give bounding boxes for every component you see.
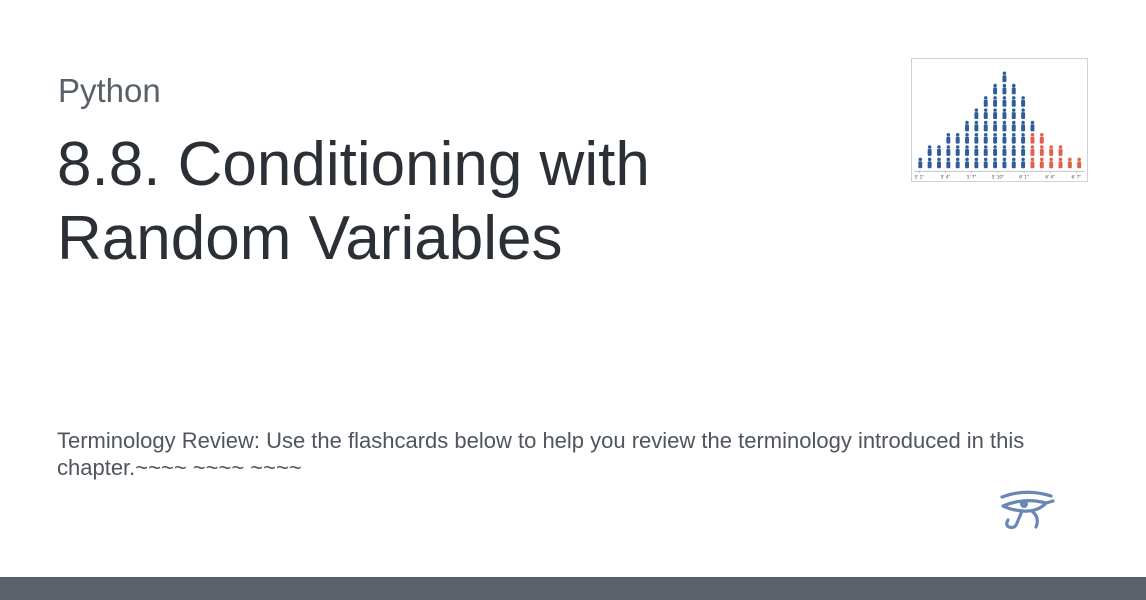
footer-bar [0, 577, 1146, 600]
person-figure [974, 145, 979, 156]
person-figure [993, 83, 998, 95]
thumbnail-image: 5' 1" 5' 4" 5' 7" 5' 10" 6' 1" 6' 4" 6' 7" [911, 58, 1088, 182]
person-figure [1021, 96, 1026, 107]
person-figure [1021, 145, 1026, 156]
person-figure [983, 145, 988, 156]
person-figure [983, 108, 988, 120]
person-figure [974, 108, 979, 120]
person-figure [965, 145, 969, 156]
person-figure [993, 120, 998, 132]
person-figure [955, 132, 960, 144]
person-figure [946, 145, 951, 156]
person-figure [1021, 157, 1026, 169]
person-figure [955, 157, 960, 169]
person-figure [1002, 157, 1007, 169]
tick-label: 5' 1" [915, 175, 925, 180]
person-figure [1039, 145, 1044, 156]
person-figure [1002, 96, 1007, 107]
person-figure [965, 132, 969, 144]
person-figure [918, 157, 923, 169]
person-figure [1030, 145, 1035, 156]
person-figure [946, 132, 951, 144]
tick-label: 5' 4" [941, 175, 951, 180]
person-figure [1067, 157, 1072, 169]
person-figure [974, 120, 979, 132]
person-figure [1021, 132, 1026, 144]
person-figure [1002, 71, 1007, 83]
site-name: Python [58, 72, 161, 109]
tick-label: 6' 4" [1045, 175, 1055, 180]
person-figure [1002, 108, 1007, 120]
person-figure [983, 120, 988, 132]
person-figure [1030, 120, 1035, 132]
person-figure [1021, 108, 1026, 120]
tick-label: 5' 10" [992, 175, 1004, 180]
page-description: Terminology Review: Use the flashcards b… [57, 428, 1025, 480]
person-figure [927, 157, 932, 169]
person-figure [983, 132, 988, 144]
person-figure [1077, 157, 1082, 169]
person-figure [1011, 96, 1016, 107]
person-figure [955, 145, 960, 156]
person-figure [1058, 145, 1063, 156]
person-figure [1011, 132, 1016, 144]
person-figure [1030, 132, 1035, 144]
person-figure [1039, 157, 1044, 169]
person-figure [1011, 145, 1016, 156]
person-figure [1039, 132, 1044, 144]
person-figure [1030, 157, 1035, 169]
person-figure [1002, 120, 1007, 132]
person-figure [927, 145, 932, 156]
person-figure [965, 157, 969, 169]
person-figure [993, 145, 998, 156]
person-figure [1011, 157, 1016, 169]
person-figure [937, 145, 941, 156]
person-figure [1002, 132, 1007, 144]
tick-label: 6' 1" [1019, 175, 1029, 180]
person-figure [983, 157, 988, 169]
person-figure [974, 132, 979, 144]
eye-of-horus-icon [996, 489, 1056, 533]
person-figure [993, 132, 998, 144]
person-figure [1058, 157, 1063, 169]
person-figure [937, 157, 941, 169]
person-figure [1011, 108, 1016, 120]
person-figure [1002, 145, 1007, 156]
tick-label: 6' 7" [1072, 175, 1082, 180]
page-title: 8.8. Conditioning with Random Variables [57, 130, 650, 273]
person-figure [993, 157, 998, 169]
person-figure [965, 120, 969, 132]
tick-label: 5' 7" [967, 175, 977, 180]
person-figure [1002, 83, 1007, 95]
person-figure [1011, 120, 1016, 132]
tick-labels: 5' 1" 5' 4" 5' 7" 5' 10" 6' 1" 6' 4" 6' 7" [915, 171, 1082, 180]
person-figure [983, 96, 988, 107]
people-figures [918, 71, 1082, 169]
person-figure [1049, 157, 1054, 169]
person-figure [1049, 145, 1054, 156]
person-figure [993, 96, 998, 107]
height-distribution-illustration: 5' 1" 5' 4" 5' 7" 5' 10" 6' 1" 6' 4" 6' 7" [914, 71, 1085, 180]
person-figure [993, 108, 998, 120]
person-figure [1021, 120, 1026, 132]
person-figure [946, 157, 951, 169]
person-figure [1011, 83, 1016, 95]
person-figure [974, 157, 979, 169]
